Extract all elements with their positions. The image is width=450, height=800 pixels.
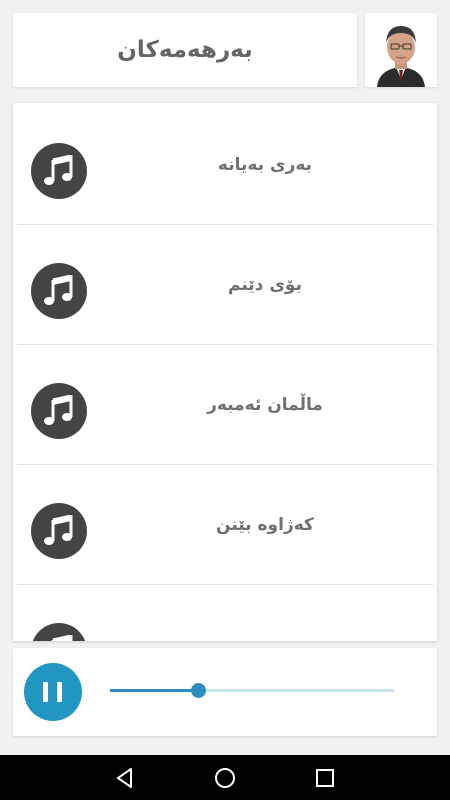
song-item[interactable]: ماڵمان ئەمبەر: [13, 345, 437, 465]
music-note-icon: [31, 623, 87, 641]
song-item[interactable]: [13, 585, 437, 641]
recents-square-icon[interactable]: [312, 765, 338, 791]
music-note-icon: [31, 263, 87, 319]
song-item[interactable]: بۆی دێنم: [13, 225, 437, 345]
song-title: ماڵمان ئەمبەر: [207, 395, 323, 415]
pause-icon: [43, 682, 48, 702]
music-note-icon: [31, 383, 87, 439]
song-item[interactable]: بەری بەیانە: [13, 105, 437, 225]
audio-player: [13, 648, 437, 736]
song-item[interactable]: کەژاوە بێنن: [13, 465, 437, 585]
artist-avatar[interactable]: [365, 13, 437, 87]
seek-bar-thumb[interactable]: [191, 683, 207, 698]
music-note-icon: [31, 503, 87, 559]
pause-button[interactable]: [24, 663, 82, 721]
music-note-icon: [31, 143, 87, 199]
song-title: بەری بەیانە: [217, 155, 313, 175]
pause-icon-bar: [57, 682, 62, 702]
seek-bar-progress: [110, 689, 199, 692]
seek-bar[interactable]: [110, 683, 394, 698]
song-title: کەژاوە بێنن: [216, 515, 314, 535]
home-circle-icon[interactable]: [212, 765, 238, 791]
song-title: بۆی دێنم: [228, 275, 302, 295]
page-header: بەرهەمەکان: [13, 13, 357, 87]
system-nav-bar: [0, 755, 450, 800]
back-triangle-icon[interactable]: [112, 765, 138, 791]
page-title: بەرهەمەکان: [117, 37, 253, 63]
song-list: بەری بەیانە بۆی دێنم ماڵمان ئەمبەر کەژاو…: [13, 103, 437, 641]
artist-portrait-image: [365, 13, 437, 87]
